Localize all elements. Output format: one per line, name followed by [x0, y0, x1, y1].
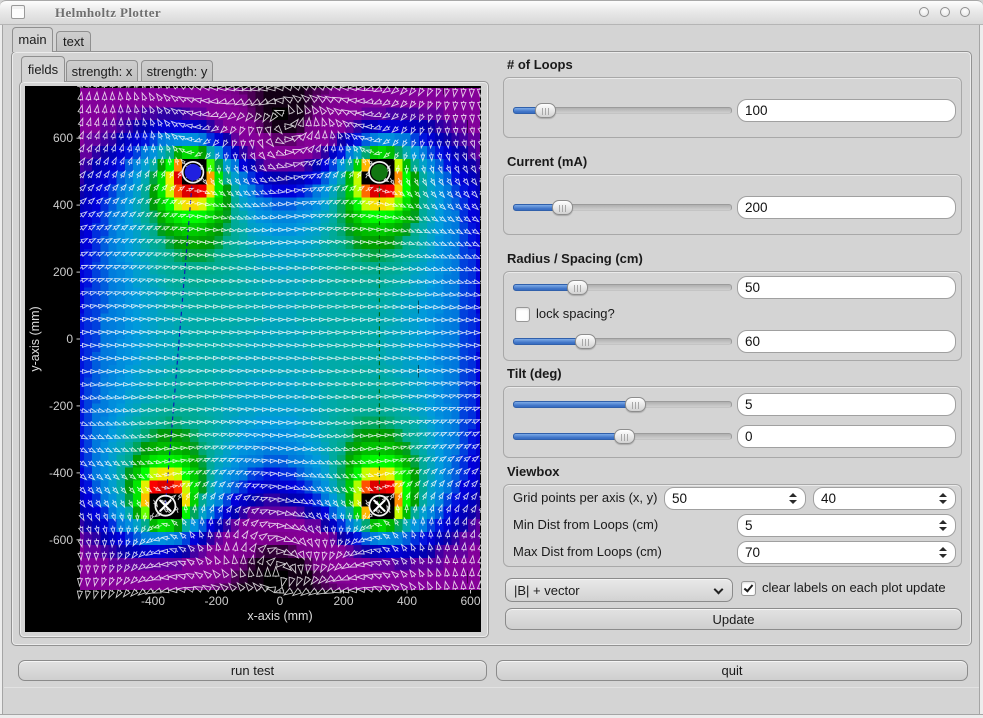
svg-text:200: 200 [333, 594, 353, 608]
svg-text:-200: -200 [204, 594, 228, 608]
svg-text:-400: -400 [49, 466, 73, 480]
svg-text:600: 600 [53, 131, 73, 145]
svg-text:x-axis (mm): x-axis (mm) [247, 609, 312, 623]
svg-text:y-axis (mm): y-axis (mm) [28, 306, 42, 371]
svg-text:400: 400 [397, 594, 417, 608]
svg-text:-400: -400 [141, 594, 165, 608]
svg-text:200: 200 [53, 265, 73, 279]
svg-text:600: 600 [460, 594, 480, 608]
svg-text:-600: -600 [49, 533, 73, 547]
svg-text:400: 400 [53, 198, 73, 212]
svg-text:0: 0 [66, 332, 73, 346]
svg-text:-200: -200 [49, 399, 73, 413]
svg-text:0: 0 [277, 594, 284, 608]
